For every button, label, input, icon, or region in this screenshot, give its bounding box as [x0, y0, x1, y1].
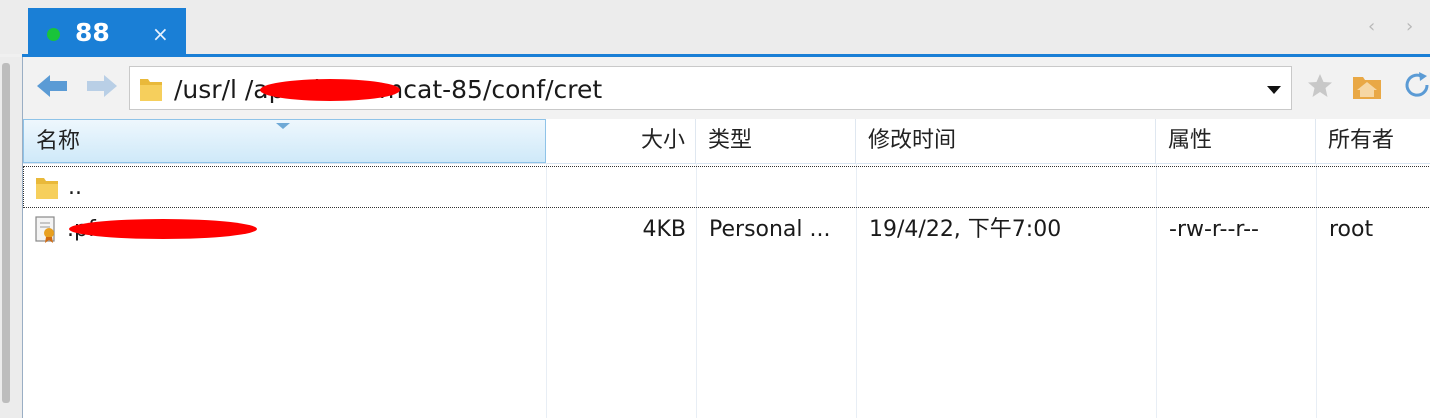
file-panel: /usr/l /apache-tomcat-85/conf/cret 名称 大小…: [22, 57, 1430, 418]
file-owner: root: [1329, 217, 1374, 242]
column-header-type[interactable]: 类型: [696, 119, 856, 163]
column-header-modified[interactable]: 修改时间: [856, 119, 1156, 163]
certificate-file-icon: [35, 216, 55, 243]
path-dropdown-icon[interactable]: [1267, 86, 1281, 94]
column-header-name[interactable]: 名称: [23, 119, 546, 163]
file-modified: 19/4/22, 下午7:00: [869, 217, 1062, 242]
toolbar: /usr/l /apache-tomcat-85/conf/cret: [23, 57, 1430, 120]
left-pane-edge: [0, 57, 22, 418]
left-scrollbar[interactable]: [2, 63, 10, 403]
session-tab[interactable]: 88 ×: [28, 8, 186, 55]
tab-scroll-left-icon[interactable]: ‹: [1368, 16, 1375, 37]
redaction-mark: [260, 79, 400, 101]
column-header-attributes-label: 属性: [1168, 128, 1213, 153]
back-arrow-icon[interactable]: [33, 71, 71, 101]
file-attributes: -rw-r--r--: [1169, 217, 1259, 242]
column-header-row: 名称 大小 类型 修改时间 属性 所有者: [23, 119, 1430, 164]
folder-icon: [36, 178, 58, 199]
column-header-attributes[interactable]: 属性: [1156, 119, 1316, 163]
column-header-size-label: 大小: [640, 128, 685, 153]
address-bar[interactable]: /usr/l /apache-tomcat-85/conf/cret: [129, 66, 1292, 110]
file-type: Personal ...: [709, 217, 831, 242]
connection-status-icon: [47, 28, 60, 41]
tab-label: 88: [75, 18, 110, 47]
column-header-type-label: 类型: [708, 128, 753, 153]
file-size: 4KB: [642, 217, 686, 242]
column-header-size[interactable]: 大小: [546, 119, 696, 163]
column-header-owner-label: 所有者: [1328, 128, 1395, 153]
column-header-modified-label: 修改时间: [868, 128, 957, 153]
folder-icon: [140, 79, 162, 101]
redaction-mark: [69, 219, 257, 239]
tab-close-icon[interactable]: ×: [152, 22, 169, 46]
column-header-name-label: 名称: [36, 129, 81, 154]
file-row-parent[interactable]: ..: [23, 166, 1430, 208]
file-row[interactable]: .pfx 4KB Personal ... 19/4/22, 下午7:00 -r…: [23, 209, 1430, 251]
file-name: ..: [68, 175, 82, 200]
tab-strip: 88 × ‹ ›: [0, 0, 1430, 55]
sort-indicator-icon: [276, 123, 290, 129]
refresh-icon[interactable]: [1403, 71, 1430, 101]
tab-scroll-right-icon[interactable]: ›: [1406, 16, 1413, 37]
home-folder-icon[interactable]: [1351, 71, 1383, 101]
forward-arrow-icon[interactable]: [83, 71, 121, 101]
column-header-owner[interactable]: 所有者: [1316, 119, 1430, 163]
star-icon[interactable]: [1305, 71, 1335, 101]
